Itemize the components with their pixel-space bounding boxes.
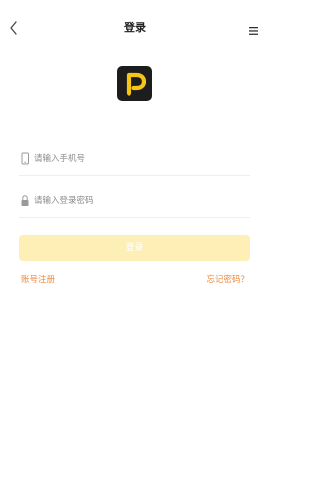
phone-field [19, 145, 250, 176]
page-title: 登录 [124, 21, 146, 34]
phone-icon [21, 152, 29, 165]
password-input[interactable] [34, 192, 244, 210]
phone-input[interactable] [34, 150, 244, 168]
password-field [19, 187, 250, 218]
menu-button[interactable] [248, 22, 260, 35]
app-logo [117, 66, 152, 101]
register-link[interactable]: 账号注册 [21, 274, 55, 286]
app-logo-p-icon [126, 72, 147, 96]
menu-icon [249, 27, 258, 35]
forgot-password-link[interactable]: 忘记密码？ [206, 274, 249, 286]
login-button[interactable]: 登录 [19, 235, 250, 261]
header: 登录 [0, 0, 270, 56]
lock-icon [21, 195, 29, 206]
